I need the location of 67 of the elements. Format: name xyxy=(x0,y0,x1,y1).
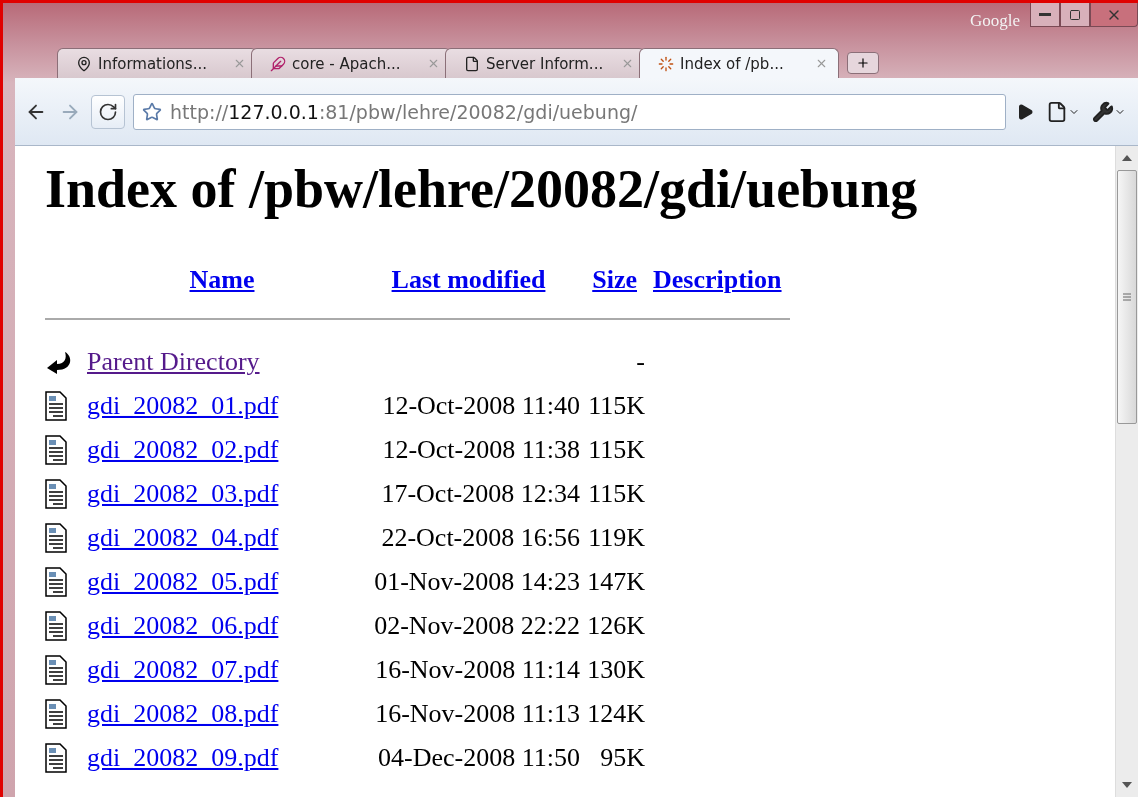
document-icon xyxy=(45,523,67,553)
size-text: 124K xyxy=(587,698,645,730)
page-icon xyxy=(464,55,480,72)
minimize-icon xyxy=(1039,13,1051,16)
date-text: 16-Nov-2008 11:13 xyxy=(375,698,580,730)
size-text: 126K xyxy=(587,610,645,642)
document-icon xyxy=(45,567,67,597)
column-header-link[interactable]: Last modified xyxy=(391,264,546,296)
new-tab-button[interactable] xyxy=(847,52,879,74)
document-icon xyxy=(45,699,67,729)
file-link[interactable]: gdi_20082_05.pdf xyxy=(87,566,279,598)
maximize-icon xyxy=(1069,8,1081,21)
feather-icon xyxy=(270,55,286,72)
scroll-up-icon[interactable] xyxy=(1122,154,1132,162)
column-header-link[interactable]: Name xyxy=(189,264,255,296)
file-link[interactable]: Parent Directory xyxy=(87,346,260,378)
scroll-thumb[interactable] xyxy=(1117,170,1137,424)
file-link[interactable]: gdi_20082_06.pdf xyxy=(87,610,279,642)
maximize-button[interactable] xyxy=(1060,3,1090,27)
scrollbar[interactable] xyxy=(1115,146,1138,797)
file-link[interactable]: gdi_20082_04.pdf xyxy=(87,522,279,554)
wrench-icon xyxy=(1092,100,1114,123)
document-icon xyxy=(45,655,67,685)
browser-tab[interactable]: Index of /pb... xyxy=(639,48,839,78)
file-link[interactable]: gdi_20082_01.pdf xyxy=(87,390,279,422)
window-brand: Google xyxy=(969,11,1020,31)
minimize-button[interactable] xyxy=(1030,3,1060,27)
file-link[interactable]: gdi_20082_07.pdf xyxy=(87,654,279,686)
file-link[interactable]: gdi_20082_03.pdf xyxy=(87,478,279,510)
file-link[interactable]: gdi_20082_02.pdf xyxy=(87,434,279,466)
date-text: 12-Oct-2008 11:38 xyxy=(382,434,580,466)
size-text: - xyxy=(636,346,645,378)
document-icon xyxy=(45,479,67,509)
document-icon xyxy=(45,611,67,641)
reload-icon xyxy=(98,101,118,122)
size-text: 130K xyxy=(587,654,645,686)
size-text: 95K xyxy=(600,742,645,774)
document-icon xyxy=(45,435,67,465)
size-text: 119K xyxy=(588,522,645,554)
reload-button[interactable] xyxy=(91,94,125,129)
document-icon xyxy=(45,391,67,421)
date-text: 22-Oct-2008 16:56 xyxy=(381,522,580,554)
file-link[interactable]: gdi_20082_09.pdf xyxy=(87,742,279,774)
page-icon xyxy=(1046,100,1068,123)
date-text: 12-Oct-2008 11:40 xyxy=(382,390,580,422)
date-text: 16-Nov-2008 11:14 xyxy=(375,654,580,686)
column-header-link[interactable]: Size xyxy=(592,264,637,296)
date-text: 17-Oct-2008 12:34 xyxy=(381,478,580,510)
size-text: 115K xyxy=(588,478,645,510)
size-text: 115K xyxy=(588,390,645,422)
plus-icon xyxy=(856,56,870,70)
close-icon[interactable] xyxy=(815,57,828,70)
address-field[interactable]: http://127.0.0.1:81/pbw/lehre/20082/gdi/uebung/ xyxy=(133,93,1006,130)
column-header-link[interactable]: Description xyxy=(653,264,782,296)
page-heading: Index of /pbw/lehre/20082/gdi/uebung xyxy=(45,158,919,220)
star-icon[interactable] xyxy=(142,101,162,122)
date-text: 01-Nov-2008 14:23 xyxy=(374,566,580,598)
file-link[interactable]: gdi_20082_08.pdf xyxy=(87,698,279,730)
spinner-icon xyxy=(658,55,674,72)
scroll-down-icon[interactable] xyxy=(1122,781,1132,789)
grip-icon xyxy=(1123,293,1131,301)
size-text: 147K xyxy=(587,566,645,598)
date-text: 02-Nov-2008 22:22 xyxy=(374,610,580,642)
pin-icon xyxy=(76,55,92,72)
date-text: 04-Dec-2008 11:50 xyxy=(378,742,580,774)
document-icon xyxy=(45,743,67,773)
size-text: 115K xyxy=(588,434,645,466)
